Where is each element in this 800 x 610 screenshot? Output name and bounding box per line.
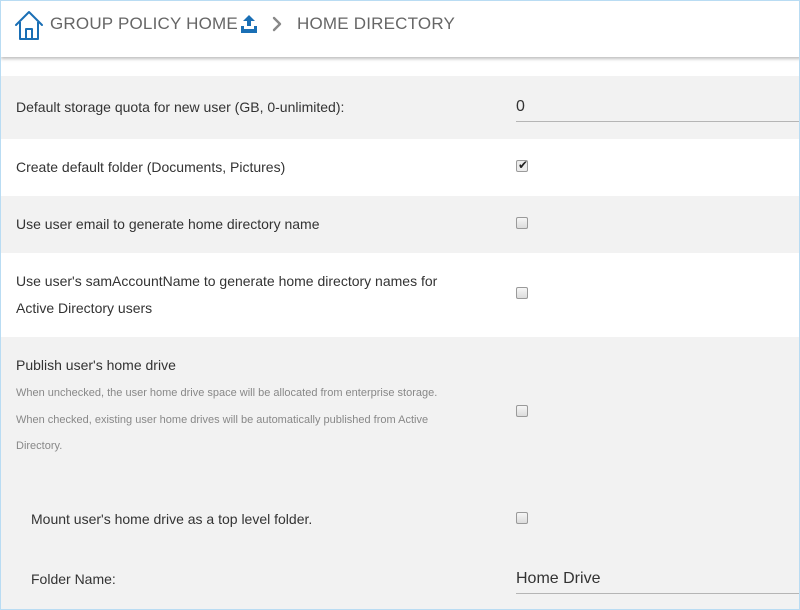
page-frame: GROUP POLICY HOME HOME DIRECTORY Default…: [0, 0, 800, 610]
setting-row-use-sam-account-name: Use user's samAccountName to generate ho…: [1, 253, 799, 337]
setting-row-use-email: Use user email to generate home director…: [1, 196, 799, 253]
setting-row-storage-quota: Default storage quota for new user (GB, …: [1, 76, 799, 139]
upload-icon[interactable]: [240, 14, 258, 34]
publish-home-desc-line2: When checked, existing user home drives …: [16, 414, 429, 426]
create-default-folder-label: Create default folder (Documents, Pictur…: [16, 159, 286, 175]
publish-home-desc-line1: When unchecked, the user home drive spac…: [16, 387, 438, 399]
chevron-right-icon: [272, 16, 282, 32]
breadcrumb-home-link[interactable]: GROUP POLICY HOME: [50, 14, 238, 34]
folder-name-label: Folder Name:: [31, 571, 116, 587]
storage-quota-input[interactable]: [516, 92, 799, 122]
use-sam-label-line1: Use user's samAccountName to generate ho…: [16, 273, 438, 289]
publish-home-checkbox[interactable]: [516, 405, 528, 417]
breadcrumb: GROUP POLICY HOME HOME DIRECTORY: [1, 1, 799, 57]
use-email-checkbox[interactable]: [516, 217, 528, 229]
use-email-label: Use user email to generate home director…: [16, 216, 320, 232]
home-icon[interactable]: [13, 9, 45, 41]
storage-quota-label: Default storage quota for new user (GB, …: [16, 99, 345, 115]
mount-top-level-label: Mount user's home drive as a top level f…: [31, 511, 313, 527]
publish-home-desc-line3: Directory.: [16, 440, 63, 452]
create-default-folder-checkbox[interactable]: ✔: [516, 158, 529, 172]
checkmark-icon: ✔: [518, 158, 529, 172]
mount-top-level-checkbox[interactable]: [516, 512, 528, 524]
folder-name-input[interactable]: [516, 564, 799, 594]
setting-row-create-default-folder: Create default folder (Documents, Pictur…: [1, 139, 799, 196]
publish-home-label: Publish user's home drive: [16, 357, 176, 373]
use-sam-checkbox[interactable]: [516, 287, 528, 299]
spacer: [1, 57, 799, 76]
setting-group-publish-home-drive: Publish user's home drive When unchecked…: [1, 337, 799, 609]
use-sam-label-line2: Active Directory users: [16, 300, 153, 316]
breadcrumb-current: HOME DIRECTORY: [297, 14, 456, 33]
